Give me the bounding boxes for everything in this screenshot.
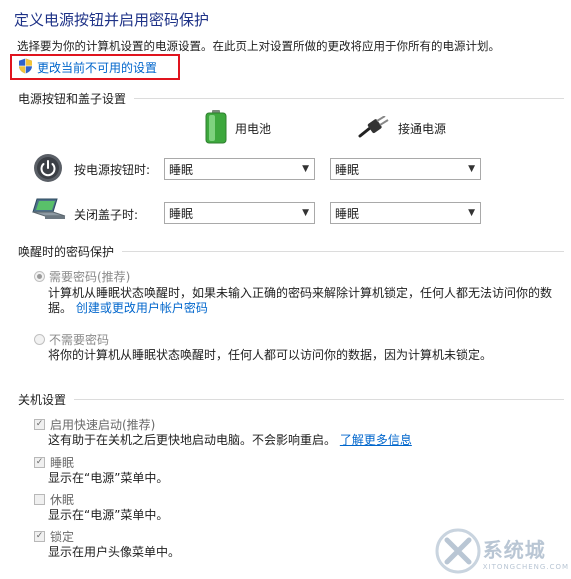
power-button-battery-select[interactable]: 睡眠 ▼ bbox=[164, 158, 315, 180]
lock-checkbox[interactable]: ✓ 锁定 bbox=[34, 528, 74, 545]
plugged-column-header: 接通电源 bbox=[358, 115, 447, 141]
password-section-heading: 唤醒时的密码保护 bbox=[18, 245, 115, 259]
no-password-desc: 将你的计算机从睡眠状态唤醒时，任何人都可以访问你的数据，因为计算机未锁定。 bbox=[48, 348, 493, 362]
hibernate-label: 休眠 bbox=[50, 493, 75, 507]
select-value: 睡眠 bbox=[335, 206, 360, 221]
uac-shield-icon bbox=[18, 58, 33, 77]
sleep-desc: 显示在“电源”菜单中。 bbox=[48, 471, 169, 485]
lock-label: 锁定 bbox=[50, 530, 75, 544]
change-settings-label: 更改当前不可用的设置 bbox=[37, 61, 158, 75]
divider bbox=[74, 399, 564, 400]
sleep-label: 睡眠 bbox=[50, 456, 75, 470]
change-settings-link[interactable]: 更改当前不可用的设置 bbox=[18, 58, 157, 77]
lid-close-plugged-select[interactable]: 睡眠 ▼ bbox=[330, 202, 481, 224]
divider bbox=[134, 98, 564, 99]
radio-unselected-icon bbox=[34, 334, 45, 345]
battery-column-header: 用电池 bbox=[205, 110, 271, 147]
select-value: 睡眠 bbox=[335, 162, 360, 177]
lid-close-battery-select[interactable]: 睡眠 ▼ bbox=[164, 202, 315, 224]
fast-startup-label: 启用快速启动(推荐) bbox=[50, 418, 156, 432]
require-password-radio[interactable]: 需要密码(推荐) bbox=[34, 268, 130, 285]
create-password-link[interactable]: 创建或更改用户帐户密码 bbox=[76, 301, 208, 315]
laptop-lid-icon bbox=[31, 196, 67, 225]
page-description: 选择要为你的计算机设置的电源设置。在此页上对设置所做的更改将应用于你所有的电源计… bbox=[17, 39, 500, 53]
watermark: 系统城 XITONGCHENG.COM bbox=[435, 528, 569, 577]
select-value: 睡眠 bbox=[169, 162, 194, 177]
fast-startup-desc-text: 这有助于在关机之后更快地启动电脑。不会影响重启。 bbox=[48, 433, 337, 447]
power-plug-icon bbox=[358, 115, 390, 141]
password-section-header: 唤醒时的密码保护 bbox=[18, 243, 564, 260]
power-section-header: 电源按钮和盖子设置 bbox=[18, 90, 564, 107]
select-value: 睡眠 bbox=[169, 206, 194, 221]
lid-close-label: 关闭盖子时: bbox=[74, 208, 139, 222]
battery-icon bbox=[205, 110, 227, 147]
page-title: 定义电源按钮并启用密码保护 bbox=[14, 11, 210, 29]
no-password-label: 不需要密码 bbox=[49, 333, 110, 347]
fast-startup-desc: 这有助于在关机之后更快地启动电脑。不会影响重启。 了解更多信息 bbox=[48, 432, 412, 449]
power-button-icon bbox=[33, 153, 63, 186]
fast-startup-checkbox[interactable]: ✓ 启用快速启动(推荐) bbox=[34, 416, 155, 433]
chevron-down-icon: ▼ bbox=[468, 208, 475, 218]
require-password-label: 需要密码(推荐) bbox=[49, 270, 131, 284]
no-password-radio[interactable]: 不需要密码 bbox=[34, 331, 109, 348]
plugged-label: 接通电源 bbox=[398, 122, 447, 136]
require-password-desc-tail: 据。 bbox=[48, 301, 73, 315]
checkbox-checked-icon: ✓ bbox=[34, 457, 45, 468]
hibernate-checkbox[interactable]: 休眠 bbox=[34, 491, 74, 508]
hibernate-desc: 显示在“电源”菜单中。 bbox=[48, 508, 169, 522]
require-password-desc-line2: 据。 创建或更改用户帐户密码 bbox=[48, 300, 208, 317]
lock-desc: 显示在用户头像菜单中。 bbox=[48, 545, 181, 559]
chevron-down-icon: ▼ bbox=[468, 164, 475, 174]
watermark-logo-icon bbox=[435, 528, 481, 577]
checkbox-checked-icon: ✓ bbox=[34, 419, 45, 430]
watermark-subtext: XITONGCHENG.COM bbox=[482, 563, 569, 571]
learn-more-link[interactable]: 了解更多信息 bbox=[340, 433, 412, 447]
radio-selected-icon bbox=[34, 271, 45, 282]
divider bbox=[122, 251, 564, 252]
chevron-down-icon: ▼ bbox=[302, 208, 309, 218]
checkbox-unchecked-icon bbox=[34, 494, 45, 505]
power-button-label: 按电源按钮时: bbox=[74, 163, 151, 177]
watermark-text: 系统城 bbox=[482, 538, 546, 562]
shutdown-section-heading: 关机设置 bbox=[18, 393, 67, 407]
power-button-plugged-select[interactable]: 睡眠 ▼ bbox=[330, 158, 481, 180]
shutdown-section-header: 关机设置 bbox=[18, 391, 564, 408]
power-section-heading: 电源按钮和盖子设置 bbox=[18, 92, 127, 106]
chevron-down-icon: ▼ bbox=[302, 164, 309, 174]
sleep-checkbox[interactable]: ✓ 睡眠 bbox=[34, 454, 74, 471]
battery-label: 用电池 bbox=[235, 122, 272, 136]
checkbox-checked-icon: ✓ bbox=[34, 531, 45, 542]
